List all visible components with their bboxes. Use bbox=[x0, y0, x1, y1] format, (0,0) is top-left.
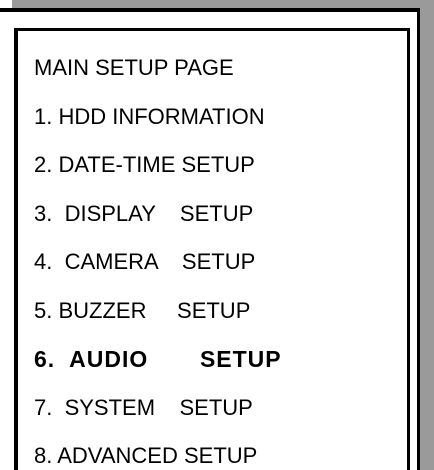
main-setup-menu: MAIN SETUP PAGE 1. HDD INFORMATION 2. DA… bbox=[14, 28, 410, 470]
setup-menu-outer-frame: MAIN SETUP PAGE 1. HDD INFORMATION 2. DA… bbox=[0, 8, 420, 470]
menu-item-advanced-setup[interactable]: 8. ADVANCED SETUP bbox=[34, 443, 257, 469]
menu-item-hdd-information[interactable]: 1. HDD INFORMATION bbox=[34, 104, 265, 130]
menu-item-date-time-setup[interactable]: 2. DATE-TIME SETUP bbox=[34, 152, 255, 178]
menu-item-buzzer-setup[interactable]: 5. BUZZER SETUP bbox=[34, 298, 250, 324]
menu-item-audio-setup[interactable]: 6. AUDIO SETUP bbox=[34, 346, 282, 372]
menu-shadow-right bbox=[420, 0, 434, 470]
setup-screen: MAIN SETUP PAGE 1. HDD INFORMATION 2. DA… bbox=[0, 0, 434, 470]
menu-item-system-setup[interactable]: 7. SYSTEM SETUP bbox=[34, 395, 253, 421]
menu-title: MAIN SETUP PAGE bbox=[34, 55, 234, 80]
menu-item-display-setup[interactable]: 3. DISPLAY SETUP bbox=[34, 201, 253, 227]
menu-item-camera-setup[interactable]: 4. CAMERA SETUP bbox=[34, 249, 255, 275]
